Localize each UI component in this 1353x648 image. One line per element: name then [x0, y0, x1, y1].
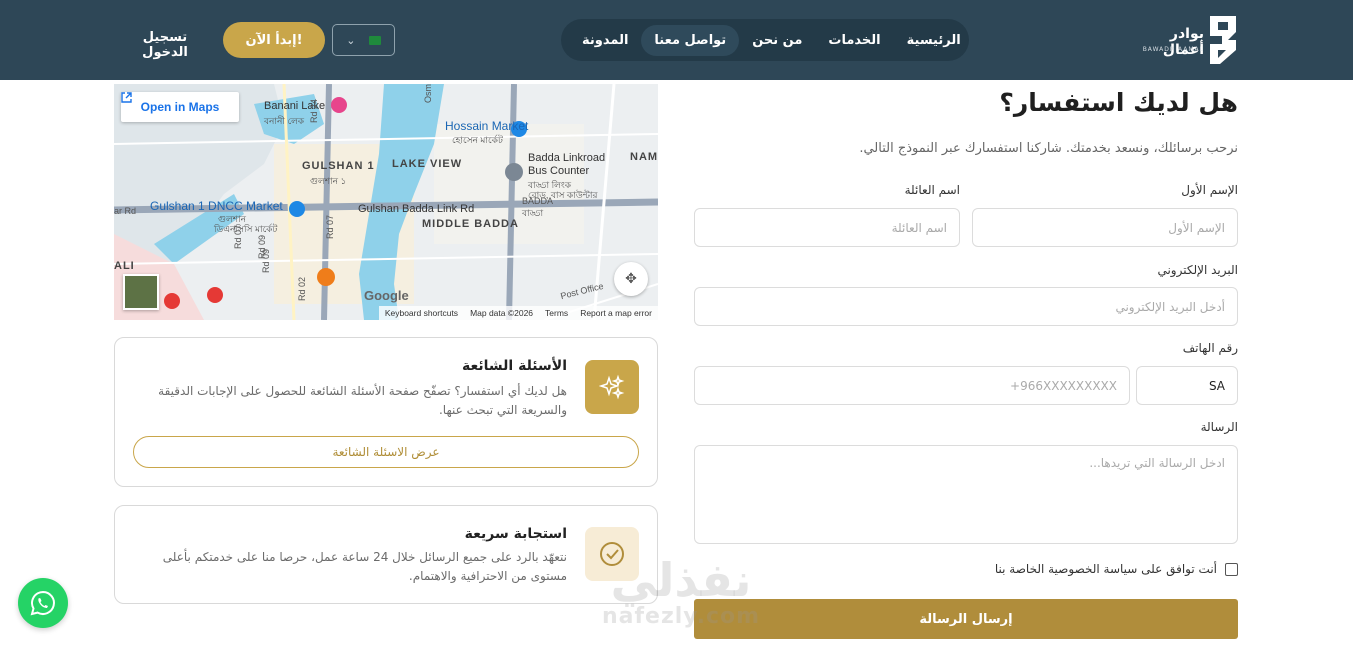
- nav-blog[interactable]: المدونة: [569, 25, 641, 56]
- map-label: ar Rd: [114, 206, 137, 216]
- open-in-maps-button[interactable]: Open in Maps: [121, 92, 239, 122]
- map-label: Badda Linkroad: [528, 152, 606, 164]
- nav-services[interactable]: الخدمات: [815, 25, 893, 56]
- map-label: LAKE VIEW: [392, 158, 463, 170]
- fullscreen-icon[interactable]: ✥: [614, 262, 648, 296]
- email-field[interactable]: أدخل البريد الإلكتروني: [694, 287, 1238, 326]
- fast-response-card: استجابة سريعة نتعهّد بالرد على جميع الرس…: [114, 505, 658, 604]
- fast-response-title: استجابة سريعة: [464, 526, 567, 542]
- form-lead: نرحب برسائلك، ونسعد بخدمتك. شاركنا استفس…: [859, 141, 1238, 156]
- message-field[interactable]: ادخل الرسالة التي تريدها...: [694, 445, 1238, 544]
- map-label: Gulshan Badda Link Rd: [358, 203, 475, 215]
- google-logo: Google: [364, 288, 409, 303]
- privacy-checkbox[interactable]: [1225, 562, 1238, 576]
- faq-text: هل لديك أي استفسار؟ تصفّح صفحة الأسئلة ا…: [158, 384, 567, 417]
- map-label: গুলশান ১: [310, 176, 347, 186]
- country-code-select[interactable]: SA: [1136, 366, 1238, 405]
- whatsapp-icon: [30, 590, 55, 616]
- map-label: Rd 09: [261, 248, 272, 274]
- location-map[interactable]: Open in Maps Banani Lake বনানী লেক Rd 24…: [114, 84, 658, 320]
- satellite-toggle[interactable]: [123, 274, 159, 310]
- message-label: الرسالة: [1200, 420, 1238, 434]
- external-link-icon: [121, 92, 132, 103]
- faq-card: الأسئلة الشائعة هل لديك أي استفسار؟ تصفّ…: [114, 337, 658, 487]
- keyboard-shortcuts-link[interactable]: Keyboard shortcuts: [385, 308, 458, 318]
- map-attribution: Keyboard shortcuts Map data ©2026 Terms …: [378, 306, 658, 320]
- last-name-field[interactable]: اسم العائلة: [694, 208, 960, 247]
- map-label: Bus Counter: [528, 165, 590, 177]
- privacy-label: أنت توافق على سياسة الخصوصية الخاصة بنا: [994, 562, 1217, 576]
- map-label: Gulshan 1 DNCC Market: [150, 199, 283, 213]
- language-select[interactable]: ⌄: [332, 24, 395, 56]
- open-in-maps-label: Open in Maps: [140, 100, 220, 114]
- logo-subtitle: BAWADR AAMAL: [1142, 46, 1204, 53]
- nav-home[interactable]: الرئيسية: [894, 25, 974, 56]
- report-error-link[interactable]: Report a map error: [580, 308, 652, 318]
- view-faq-button[interactable]: عرض الاسئلة الشائعة: [133, 436, 639, 468]
- check-circle-icon: [585, 527, 639, 581]
- nav-about[interactable]: من نحن: [739, 25, 815, 56]
- saudi-flag-icon: [368, 35, 381, 45]
- fast-response-text: نتعهّد بالرد على جميع الرسائل خلال 24 سا…: [162, 550, 567, 583]
- map-label: GULSHAN 1: [302, 160, 375, 172]
- start-now-button[interactable]: إبدأ الآن!: [223, 22, 325, 58]
- faq-title: الأسئلة الشائعة: [462, 358, 567, 374]
- map-label: BADDA: [522, 196, 554, 206]
- map-data-label: Map data ©2026: [470, 308, 534, 318]
- first-name-field[interactable]: الإسم الأول: [972, 208, 1238, 247]
- map-label: NAM: [630, 151, 658, 163]
- map-label: ডিএনসিসি মার্কেট: [214, 224, 278, 234]
- phone-field[interactable]: +966XXXXXXXXX: [694, 366, 1130, 405]
- map-label: Rd 02: [297, 276, 308, 302]
- first-name-label: الإسم الأول: [1181, 183, 1238, 197]
- privacy-consent[interactable]: أنت توافق على سياسة الخصوصية الخاصة بنا: [995, 562, 1238, 576]
- map-label: Rd 24: [309, 98, 320, 124]
- map-label: Rd 07: [325, 214, 336, 240]
- map-label: বাড্ডা: [522, 208, 544, 218]
- main-nav: الرئيسية الخدمات من نحن تواصل معنا المدو…: [561, 19, 969, 61]
- logo-name: بوادر أعمال: [1162, 26, 1204, 58]
- whatsapp-button[interactable]: [18, 578, 68, 628]
- chevron-down-icon: ⌄: [346, 33, 356, 47]
- site-header: بوادر أعمال BAWADR AAMAL الرئيسية الخدما…: [0, 0, 1353, 80]
- nav-contact[interactable]: تواصل معنا: [641, 24, 740, 56]
- map-label: বনানী লেক: [264, 116, 305, 126]
- map-label: Hossain Market: [445, 119, 529, 133]
- last-name-label: اسم العائلة: [904, 183, 960, 197]
- map-label: MIDDLE BADDA: [422, 218, 519, 230]
- phone-label: رقم الهاتف: [1182, 341, 1238, 355]
- map-label: Osma: [423, 84, 434, 104]
- logo-mark-icon: [1210, 16, 1236, 64]
- sparkles-icon: [585, 360, 639, 414]
- login-link[interactable]: تسجيل الدخول: [120, 30, 210, 60]
- map-label: Rd 07: [233, 224, 244, 250]
- send-message-button[interactable]: إرسال الرسالة: [694, 599, 1238, 639]
- terms-link[interactable]: Terms: [545, 308, 568, 318]
- logo[interactable]: بوادر أعمال BAWADR AAMAL: [1138, 14, 1240, 66]
- map-label: হোসেন মার্কেট: [452, 135, 503, 145]
- map-label: ALI: [114, 260, 135, 272]
- form-title: هل لديك استفسار؟: [999, 88, 1238, 117]
- email-label: البريد الإلكتروني: [1157, 263, 1238, 277]
